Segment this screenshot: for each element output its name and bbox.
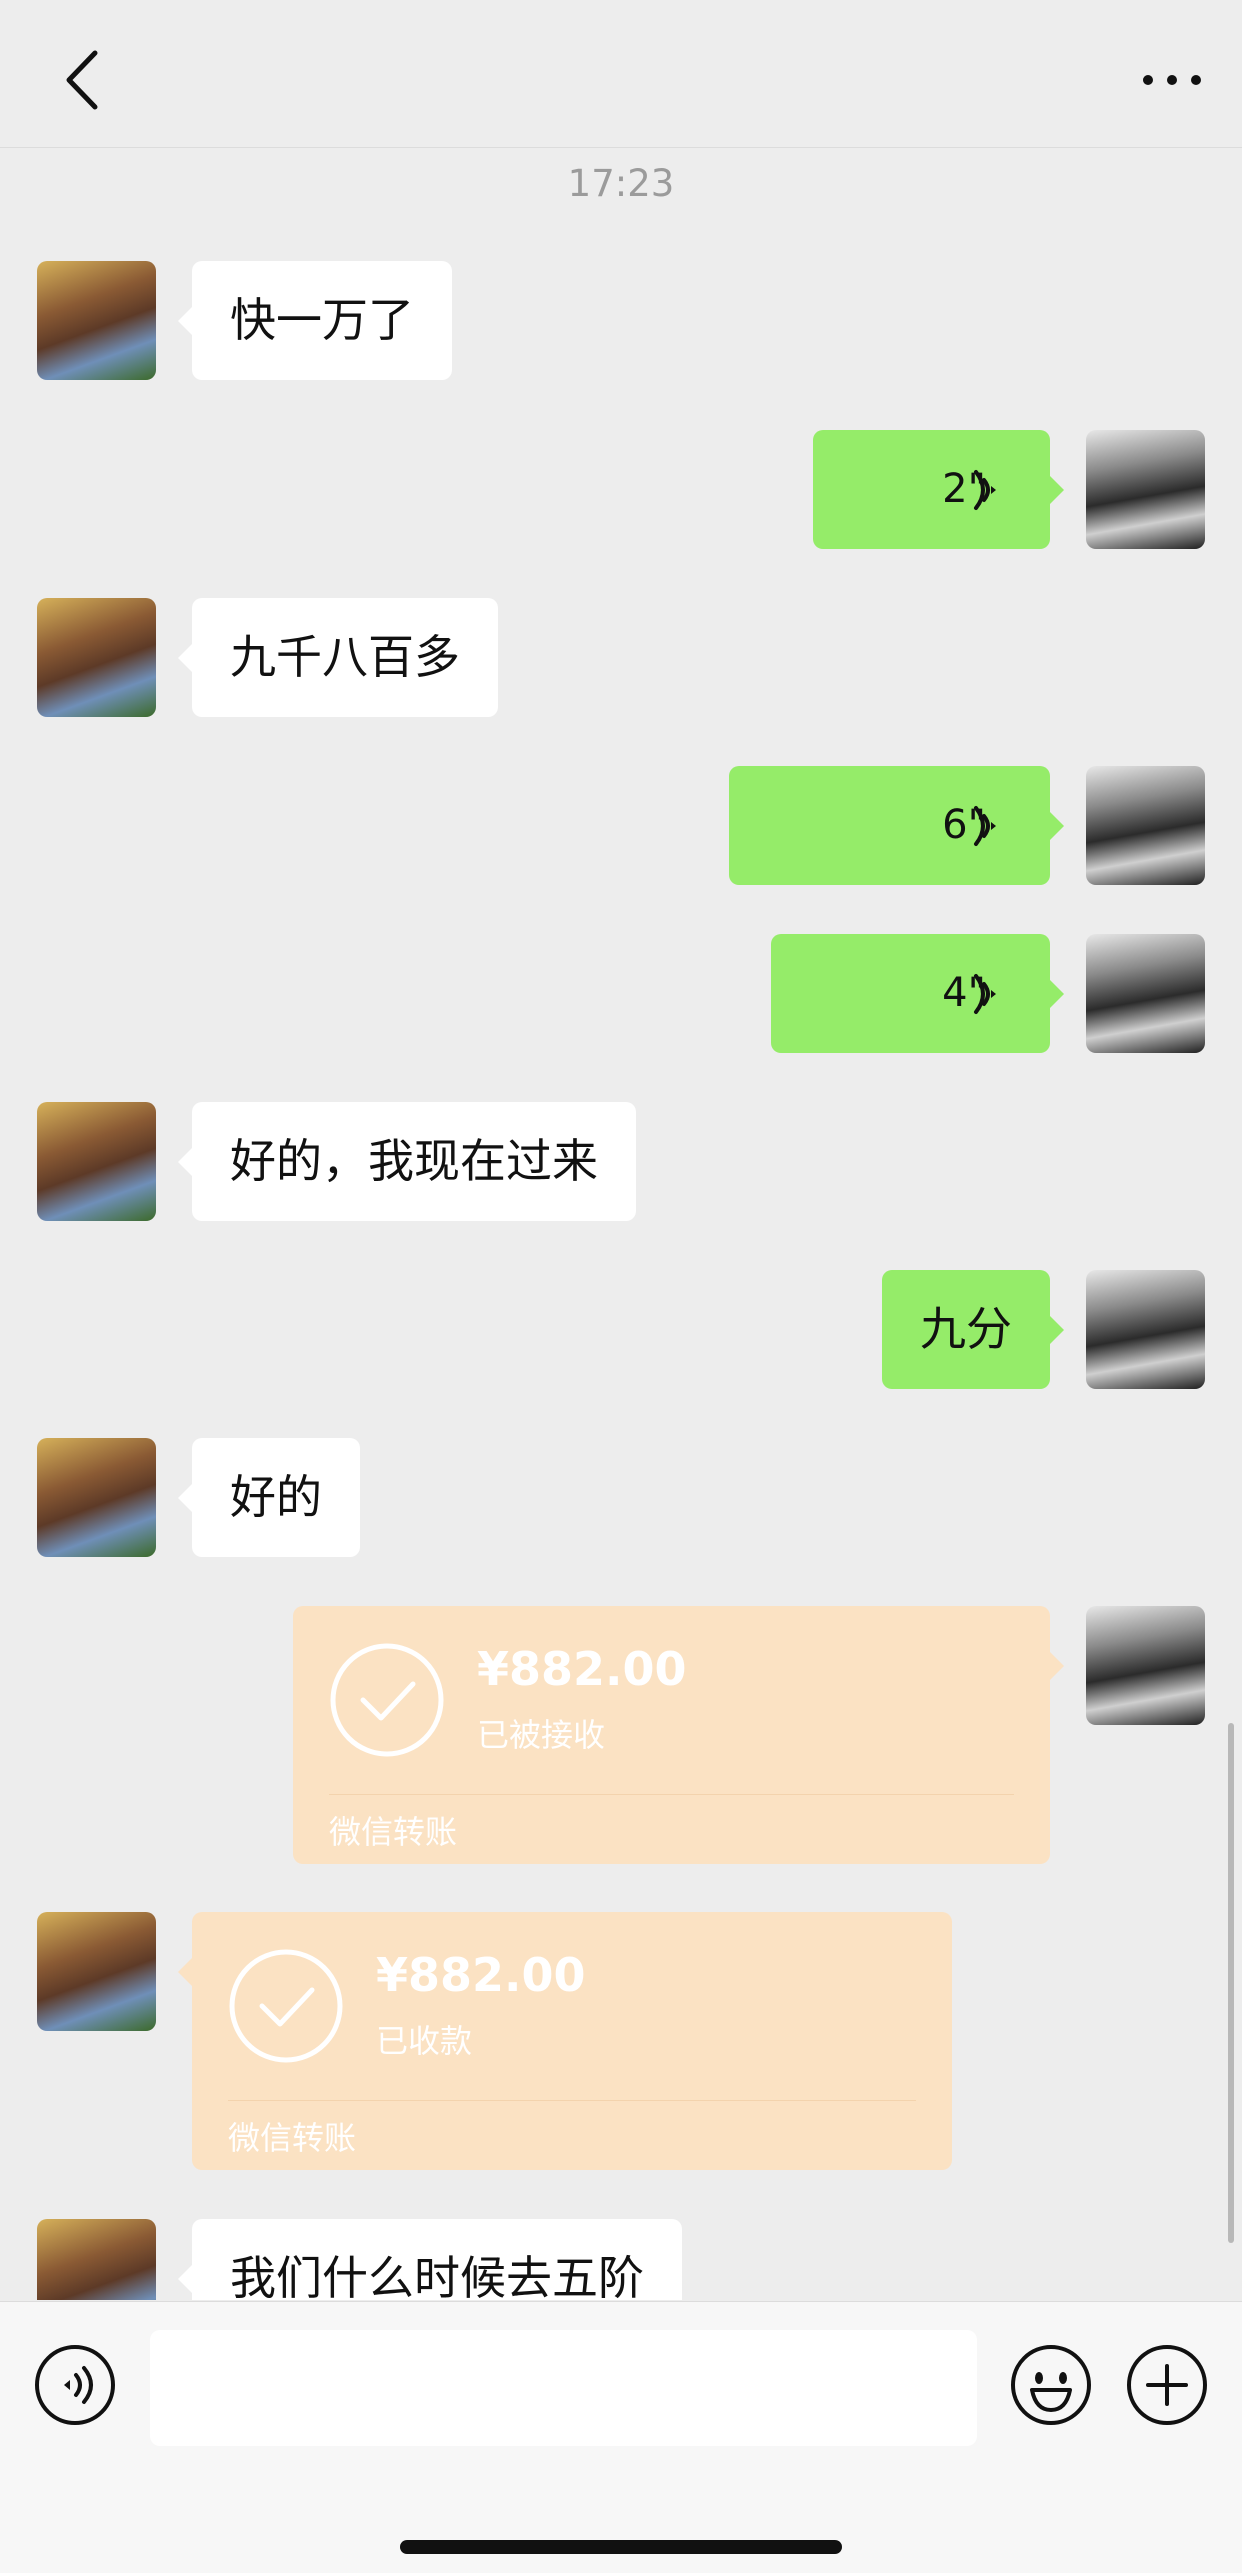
voice-mode-button[interactable]: [34, 2344, 116, 2426]
my-voice-message[interactable]: 6": [729, 766, 1064, 885]
my-message-bubble[interactable]: 九分: [882, 1270, 1064, 1389]
transfer-label: 微信转账: [228, 2119, 357, 2157]
transfer-label: 微信转账: [329, 1813, 458, 1851]
transfer-card-received[interactable]: ¥882.00 已收款 微信转账: [178, 1912, 952, 2170]
voice-wave-icon: [974, 470, 996, 510]
scrollbar[interactable]: [1228, 1723, 1234, 2243]
my-avatar[interactable]: [1086, 1270, 1205, 1389]
friend-message-bubble[interactable]: 九千八百多: [178, 598, 498, 717]
transfer-amount: ¥882.00: [376, 1948, 586, 2002]
friend-avatar[interactable]: [37, 1102, 156, 1221]
more-button[interactable]: [1132, 55, 1212, 105]
friend-message-bubble[interactable]: 快一万了: [178, 261, 452, 380]
check-circle-icon: [229, 1949, 343, 2063]
my-voice-message[interactable]: 4": [771, 934, 1064, 1053]
friend-message-bubble[interactable]: 我们什么时候去五阶: [178, 2219, 682, 2300]
friend-avatar[interactable]: [37, 261, 156, 380]
plus-icon: [1127, 2345, 1207, 2425]
transfer-card-sent[interactable]: ¥882.00 已被接收 微信转账: [293, 1606, 1064, 1864]
friend-avatar[interactable]: [37, 1912, 156, 2031]
chat-header: [0, 0, 1242, 148]
check-circle-icon: [330, 1643, 444, 1757]
voice-wave-icon: [974, 974, 996, 1014]
friend-avatar[interactable]: [37, 598, 156, 717]
message-input[interactable]: [150, 2330, 977, 2446]
transfer-status: 已收款: [376, 2022, 473, 2060]
voice-wave-icon: [974, 806, 996, 846]
back-button[interactable]: [55, 45, 115, 115]
friend-message-bubble[interactable]: 好的: [178, 1438, 360, 1557]
voice-mode-icon: [35, 2345, 115, 2425]
plus-button[interactable]: [1126, 2344, 1208, 2426]
my-voice-message[interactable]: 2": [813, 430, 1064, 549]
message-list[interactable]: 17:23 快一万了 2" 九千八百多 6" 4" 好的，我现在过来 九分 好的…: [0, 148, 1242, 2300]
home-indicator: [400, 2540, 842, 2554]
my-avatar[interactable]: [1086, 1606, 1205, 1725]
divider: [228, 2100, 916, 2101]
transfer-amount: ¥882.00: [477, 1642, 687, 1696]
emoji-button[interactable]: [1010, 2344, 1092, 2426]
friend-avatar[interactable]: [37, 1438, 156, 1557]
more-dots-icon: [1143, 75, 1201, 85]
emoji-icon: [1011, 2345, 1091, 2425]
timestamp: 17:23: [567, 162, 675, 205]
chevron-left-icon: [66, 50, 98, 110]
transfer-status: 已被接收: [477, 1716, 606, 1754]
my-avatar[interactable]: [1086, 430, 1205, 549]
my-avatar[interactable]: [1086, 766, 1205, 885]
my-avatar[interactable]: [1086, 934, 1205, 1053]
input-bar: [0, 2301, 1242, 2573]
friend-message-bubble[interactable]: 好的，我现在过来: [178, 1102, 636, 1221]
divider: [329, 1794, 1014, 1795]
friend-avatar[interactable]: [37, 2219, 156, 2300]
